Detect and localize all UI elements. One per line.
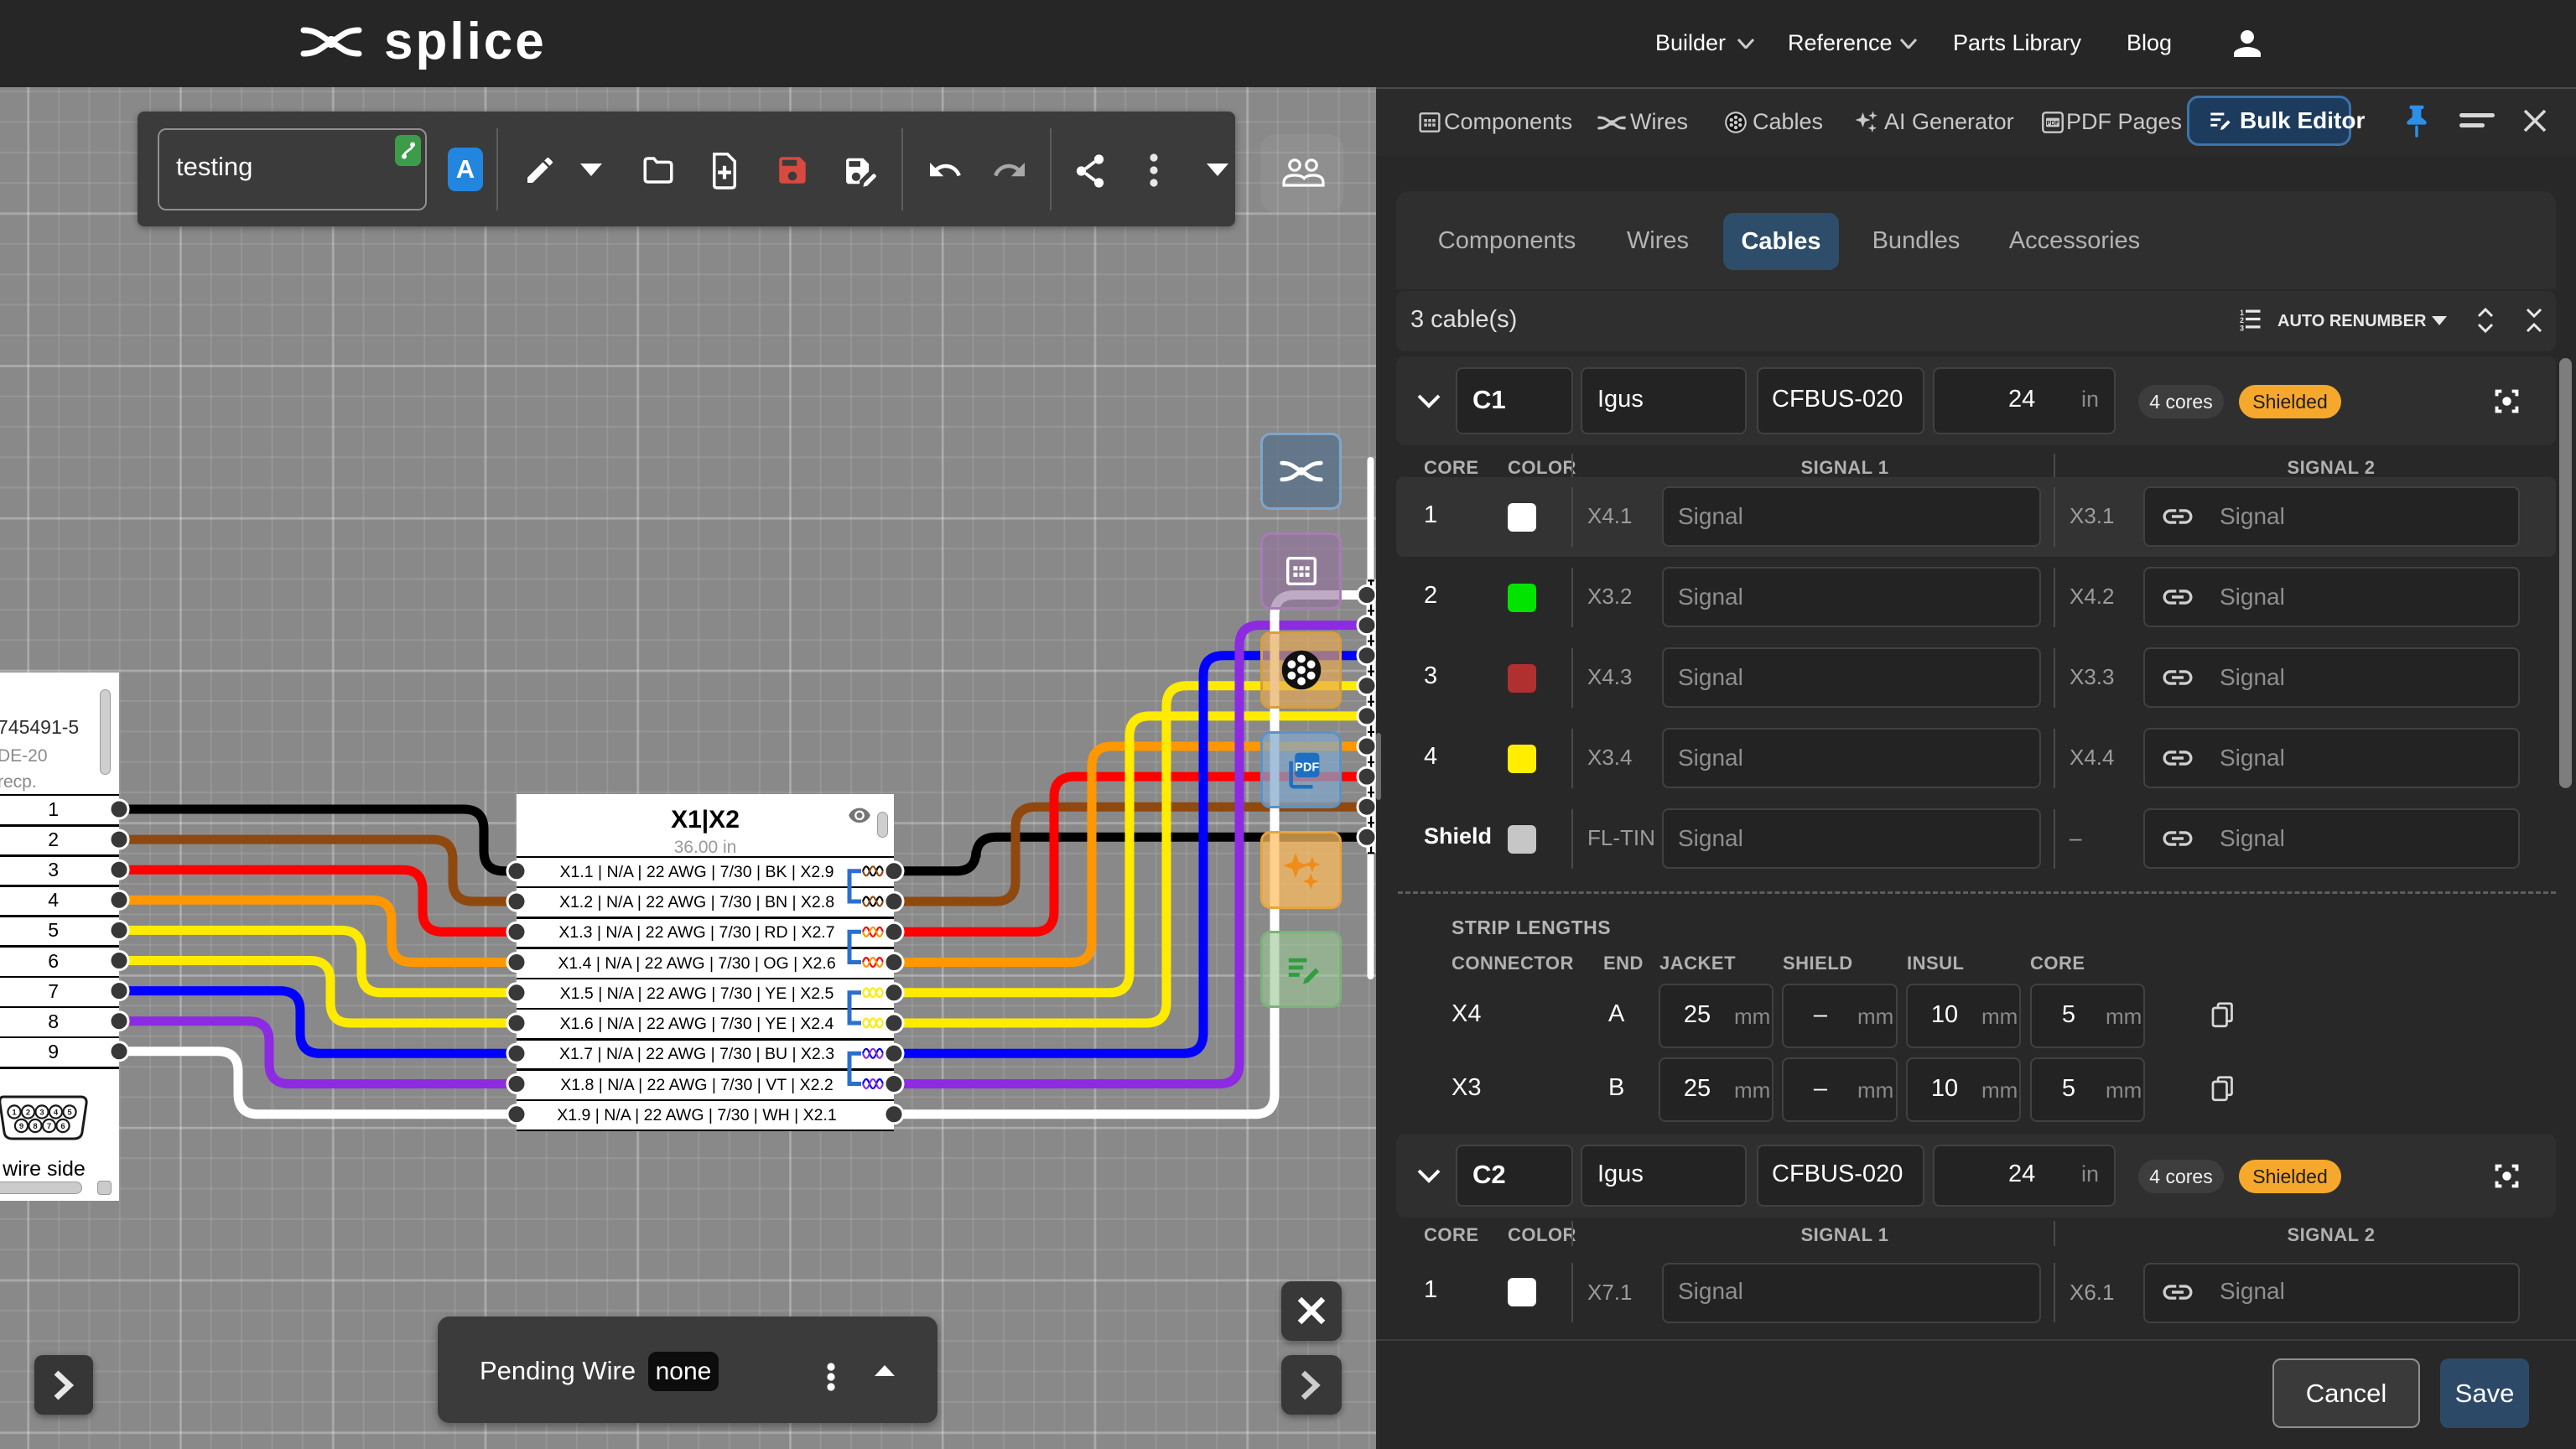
svg-text:PDF: PDF: [1295, 761, 1319, 774]
